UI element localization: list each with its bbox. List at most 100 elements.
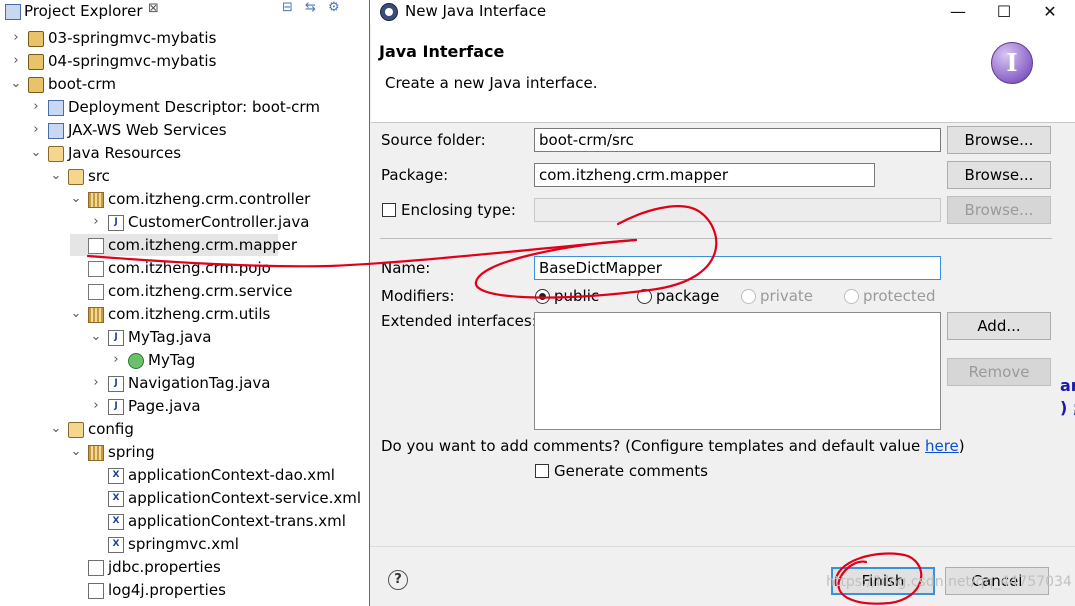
tree-item[interactable]: ⌄ J MyTag.java [90,326,390,348]
maximize-button[interactable]: ☐ [981,0,1027,24]
collapsed-chevron-icon[interactable]: › [30,119,42,141]
package-browse-button[interactable]: Browse... [947,161,1051,189]
collapsed-chevron-icon[interactable]: › [30,96,42,118]
tree-item-label: com.itzheng.crm.service [108,282,293,300]
tree-item[interactable]: Xspringmvc.xml [90,533,390,555]
help-icon[interactable]: ? [388,570,408,590]
tree-item[interactable]: ⌄ com.itzheng.crm.utils [70,303,370,325]
tree-item[interactable]: ⌄ com.itzheng.crm.controller [70,188,370,210]
tree-item-label: 03-springmvc-mybatis [48,29,217,47]
tree-item-label: config [88,420,134,438]
modifier-package-radio[interactable] [637,289,652,304]
minimize-button[interactable]: — [935,0,981,24]
tree-item[interactable]: ⌄ boot-crm [10,73,310,95]
expanded-chevron-icon[interactable]: ⌄ [50,418,62,440]
project-explorer-panel: Project Explorer ⊠ ⊟ ⇆ ⚙ › 03-springmvc-m… [0,0,370,606]
tree-item[interactable]: com.itzheng.crm.mapper [70,234,297,256]
expanded-chevron-icon[interactable]: ⌄ [50,165,62,187]
tree-item[interactable]: log4j.properties [70,579,370,601]
collapsed-chevron-icon[interactable]: › [90,395,102,417]
tree-item-label: NavigationTag.java [128,374,271,392]
collapsed-chevron-icon[interactable]: › [90,372,102,394]
tree-item-label: com.itzheng.crm.controller [108,190,311,208]
no-chevron [70,556,82,578]
expanded-chevron-icon[interactable]: ⌄ [90,326,102,348]
name-field[interactable]: BaseDictMapper [534,256,941,280]
no-chevron [70,579,82,601]
enclosing-type-checkbox[interactable] [382,203,396,217]
dialog-titlebar[interactable]: New Java Interface — ☐ ✕ [370,0,1075,24]
no-chevron [90,487,102,509]
java-resources-icon [48,146,64,162]
tree-item[interactable]: › J CustomerController.java [90,211,390,233]
tree-item[interactable]: › MyTag [110,349,410,371]
close-view-icon[interactable]: ⊠ [148,1,159,16]
expanded-chevron-icon[interactable]: ⌄ [70,303,82,325]
tree-item-label: CustomerController.java [128,213,310,231]
tree-item[interactable]: XapplicationContext-service.xml [90,487,390,509]
modifier-protected-radio[interactable] [844,289,859,304]
collapsed-chevron-icon[interactable]: › [10,27,22,49]
expanded-chevron-icon[interactable]: ⌄ [30,142,42,164]
modifier-public-radio[interactable] [535,289,550,304]
tree-item[interactable]: XapplicationContext-dao.xml [90,464,390,486]
modifier-package-label: package [656,287,720,305]
separator [380,238,1052,239]
java-file-icon: J [108,399,124,415]
tree-item[interactable]: com.itzheng.crm.pojo [70,257,370,279]
web-services-icon [48,123,64,139]
configure-templates-link[interactable]: here [925,437,959,455]
enclosing-type-field[interactable] [534,198,941,222]
add-interface-button[interactable]: Add... [947,312,1051,340]
tree-item[interactable]: › 03-springmvc-mybatis [10,27,310,49]
xml-file-icon: X [108,514,124,530]
modifier-private-radio[interactable] [741,289,756,304]
tree-item[interactable]: › 04-springmvc-mybatis [10,50,310,72]
java-file-icon: J [108,215,124,231]
generate-comments-checkbox[interactable] [535,464,549,478]
expanded-chevron-icon[interactable]: ⌄ [70,188,82,210]
tree-item[interactable]: › J Page.java [90,395,390,417]
tree-item-label: springmvc.xml [128,535,239,553]
tree-item-label: applicationContext-service.xml [128,489,362,507]
wizard-banner: Java Interface Create a new Java interfa… [371,24,1075,123]
tree-item-label: Page.java [128,397,201,415]
close-button[interactable]: ✕ [1027,0,1073,24]
tree-item[interactable]: ⌄ src [50,165,350,187]
xml-file-icon: X [108,537,124,553]
source-folder-field[interactable]: boot-crm/src [534,128,941,152]
tree-item[interactable]: com.itzheng.crm.service [70,280,370,302]
tree-item[interactable]: › JAX-WS Web Services [30,119,330,141]
tree-item[interactable]: jdbc.properties [70,556,370,578]
no-chevron [90,464,102,486]
extended-interfaces-list[interactable] [534,312,941,430]
java-interface-icon: I [991,42,1033,84]
collapsed-chevron-icon[interactable]: › [90,211,102,233]
expanded-chevron-icon[interactable]: ⌄ [70,441,82,463]
tree-item[interactable]: › Deployment Descriptor: boot-crm [30,96,330,118]
tree-item-label: applicationContext-dao.xml [128,466,335,484]
project-icon [28,31,44,47]
tree-item[interactable]: ⌄ Java Resources [30,142,330,164]
view-toolbar-icons[interactable]: ⊟ ⇆ ⚙ [282,0,344,15]
wizard-heading: Java Interface [379,42,505,61]
source-folder-browse-button[interactable]: Browse... [947,126,1051,154]
tree-item[interactable]: ⌄ config [50,418,350,440]
package-field[interactable]: com.itzheng.crm.mapper [534,163,875,187]
remove-interface-button[interactable]: Remove [947,358,1051,386]
collapsed-chevron-icon[interactable]: › [10,50,22,72]
enclosing-type-browse-button[interactable]: Browse... [947,196,1051,224]
no-chevron [70,257,82,279]
tree-item-label: applicationContext-trans.xml [128,512,346,530]
tree-item[interactable]: ⌄ spring [70,441,370,463]
project-explorer-icon [5,4,21,20]
source-folder-icon [68,169,84,185]
xml-file-icon: X [108,491,124,507]
comments-question-close: ) [958,437,965,455]
tree-item[interactable]: XapplicationContext-trans.xml [90,510,390,532]
no-chevron [70,280,82,302]
collapsed-chevron-icon[interactable]: › [110,349,122,371]
expanded-chevron-icon[interactable]: ⌄ [10,73,22,95]
tree-item[interactable]: › J NavigationTag.java [90,372,390,394]
tree-item-label: MyTag [148,351,196,369]
